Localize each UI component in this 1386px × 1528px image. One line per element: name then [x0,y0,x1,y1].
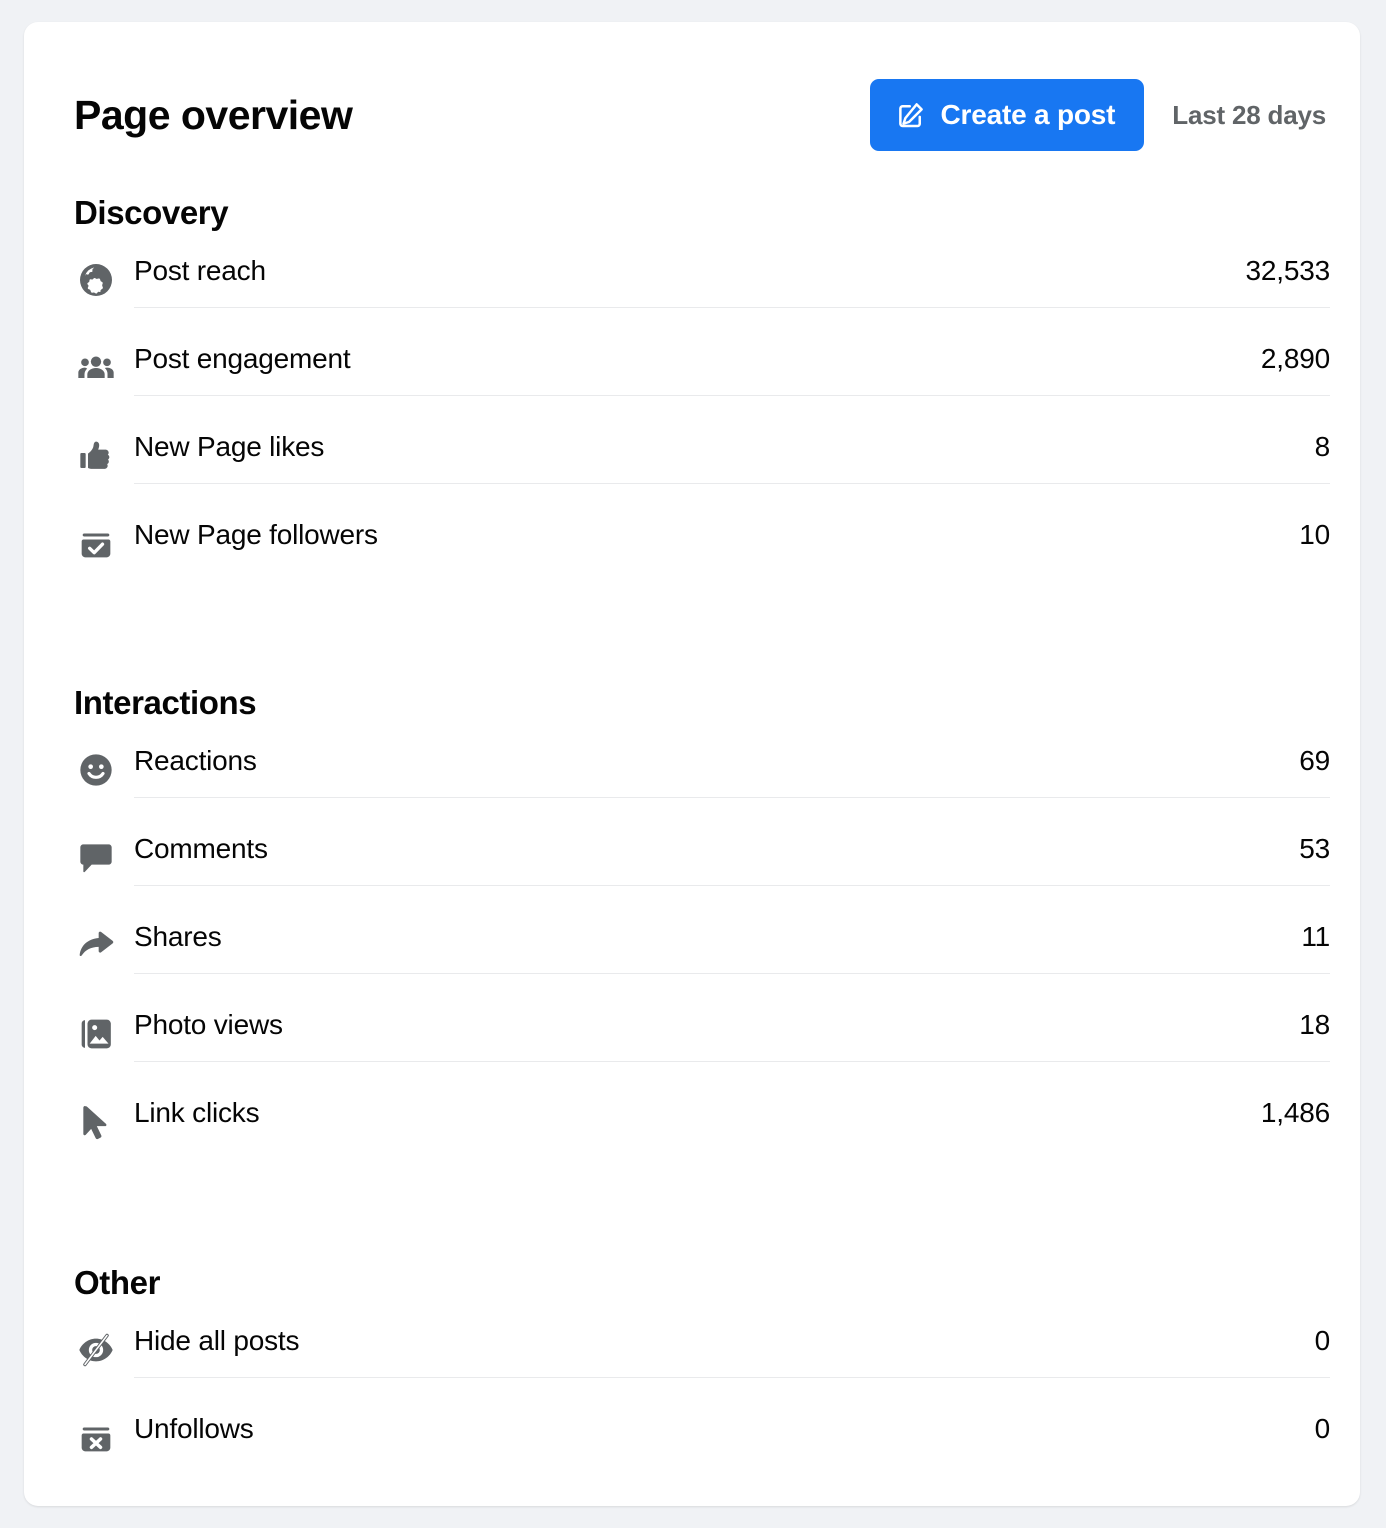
metric-row-photo-views[interactable]: Photo views 18 [74,1000,1330,1088]
metric-value: 18 [1299,1009,1330,1040]
date-range-selector[interactable]: Last 28 days [1172,100,1326,131]
people-icon [74,346,118,390]
metric-value: 8 [1314,431,1331,462]
metric-label: Shares [134,921,222,952]
metric-label: Unfollows [134,1413,254,1444]
page-background: Page overview Create a post Last 28 days… [0,0,1386,1528]
create-post-label: Create a post [940,99,1116,130]
metric-label: Post reach [134,255,266,286]
metric-row-shares[interactable]: Shares 11 [74,912,1330,1000]
metric-row-post-reach[interactable]: Post reach 32,533 [74,246,1330,334]
metric-label: New Page followers [134,519,378,550]
metric-row-reactions[interactable]: Reactions 69 [74,736,1330,824]
metric-value: 2,890 [1260,343,1330,374]
comment-icon [74,836,118,880]
photo-icon [74,1012,118,1056]
share-icon [74,924,118,968]
metric-label: Hide all posts [134,1325,300,1356]
metric-value: 32,533 [1245,255,1331,286]
metric-label: Post engagement [134,343,351,374]
metric-row-new-page-likes[interactable]: New Page likes 8 [74,422,1330,510]
metric-label: Link clicks [134,1097,260,1128]
metric-value: 53 [1299,833,1330,864]
compose-icon [896,100,926,130]
metric-row-new-page-followers[interactable]: New Page followers 10 [74,510,1330,598]
metric-label: New Page likes [134,431,325,462]
unfollow-icon [74,1416,118,1460]
metric-label: Photo views [134,1009,283,1040]
cursor-icon [74,1100,118,1144]
globe-icon [74,258,118,302]
metric-value: 69 [1299,745,1330,776]
metric-label: Reactions [134,745,257,776]
follow-icon [74,522,118,566]
metric-value: 0 [1314,1325,1331,1356]
page-overview-card: Page overview Create a post Last 28 days… [24,22,1360,1506]
metric-value: 11 [1301,921,1330,952]
metric-row-post-engagement[interactable]: Post engagement 2,890 [74,334,1330,422]
metric-row-comments[interactable]: Comments 53 [74,824,1330,912]
create-post-button[interactable]: Create a post [869,79,1145,151]
header-actions: Create a post Last 28 days [869,79,1331,151]
thumbsup-icon [74,434,118,478]
smiley-icon [74,748,118,792]
page-title: Page overview [74,91,353,138]
eye-slash-icon [74,1328,118,1372]
section-interactions: Interactions Reactions 69 Comments 53 Sh… [50,684,1330,1176]
metric-value: 1,486 [1260,1097,1330,1128]
metric-row-link-clicks[interactable]: Link clicks 1,486 [74,1088,1330,1176]
section-other: Other Hide all posts 0 Unfollows 0 [50,1264,1330,1492]
metric-row-hide-all-posts[interactable]: Hide all posts 0 [74,1316,1330,1404]
metric-row-unfollows[interactable]: Unfollows 0 [74,1404,1330,1492]
metric-value: 10 [1299,519,1330,550]
section-title-discovery: Discovery [74,194,229,231]
metric-label: Comments [134,833,268,864]
metric-value: 0 [1314,1413,1331,1444]
section-title-interactions: Interactions [74,684,257,721]
card-header: Page overview Create a post Last 28 days [50,22,1330,160]
section-discovery: Discovery Post reach 32,533 Post engagem… [50,194,1330,598]
section-title-other: Other [74,1264,161,1301]
